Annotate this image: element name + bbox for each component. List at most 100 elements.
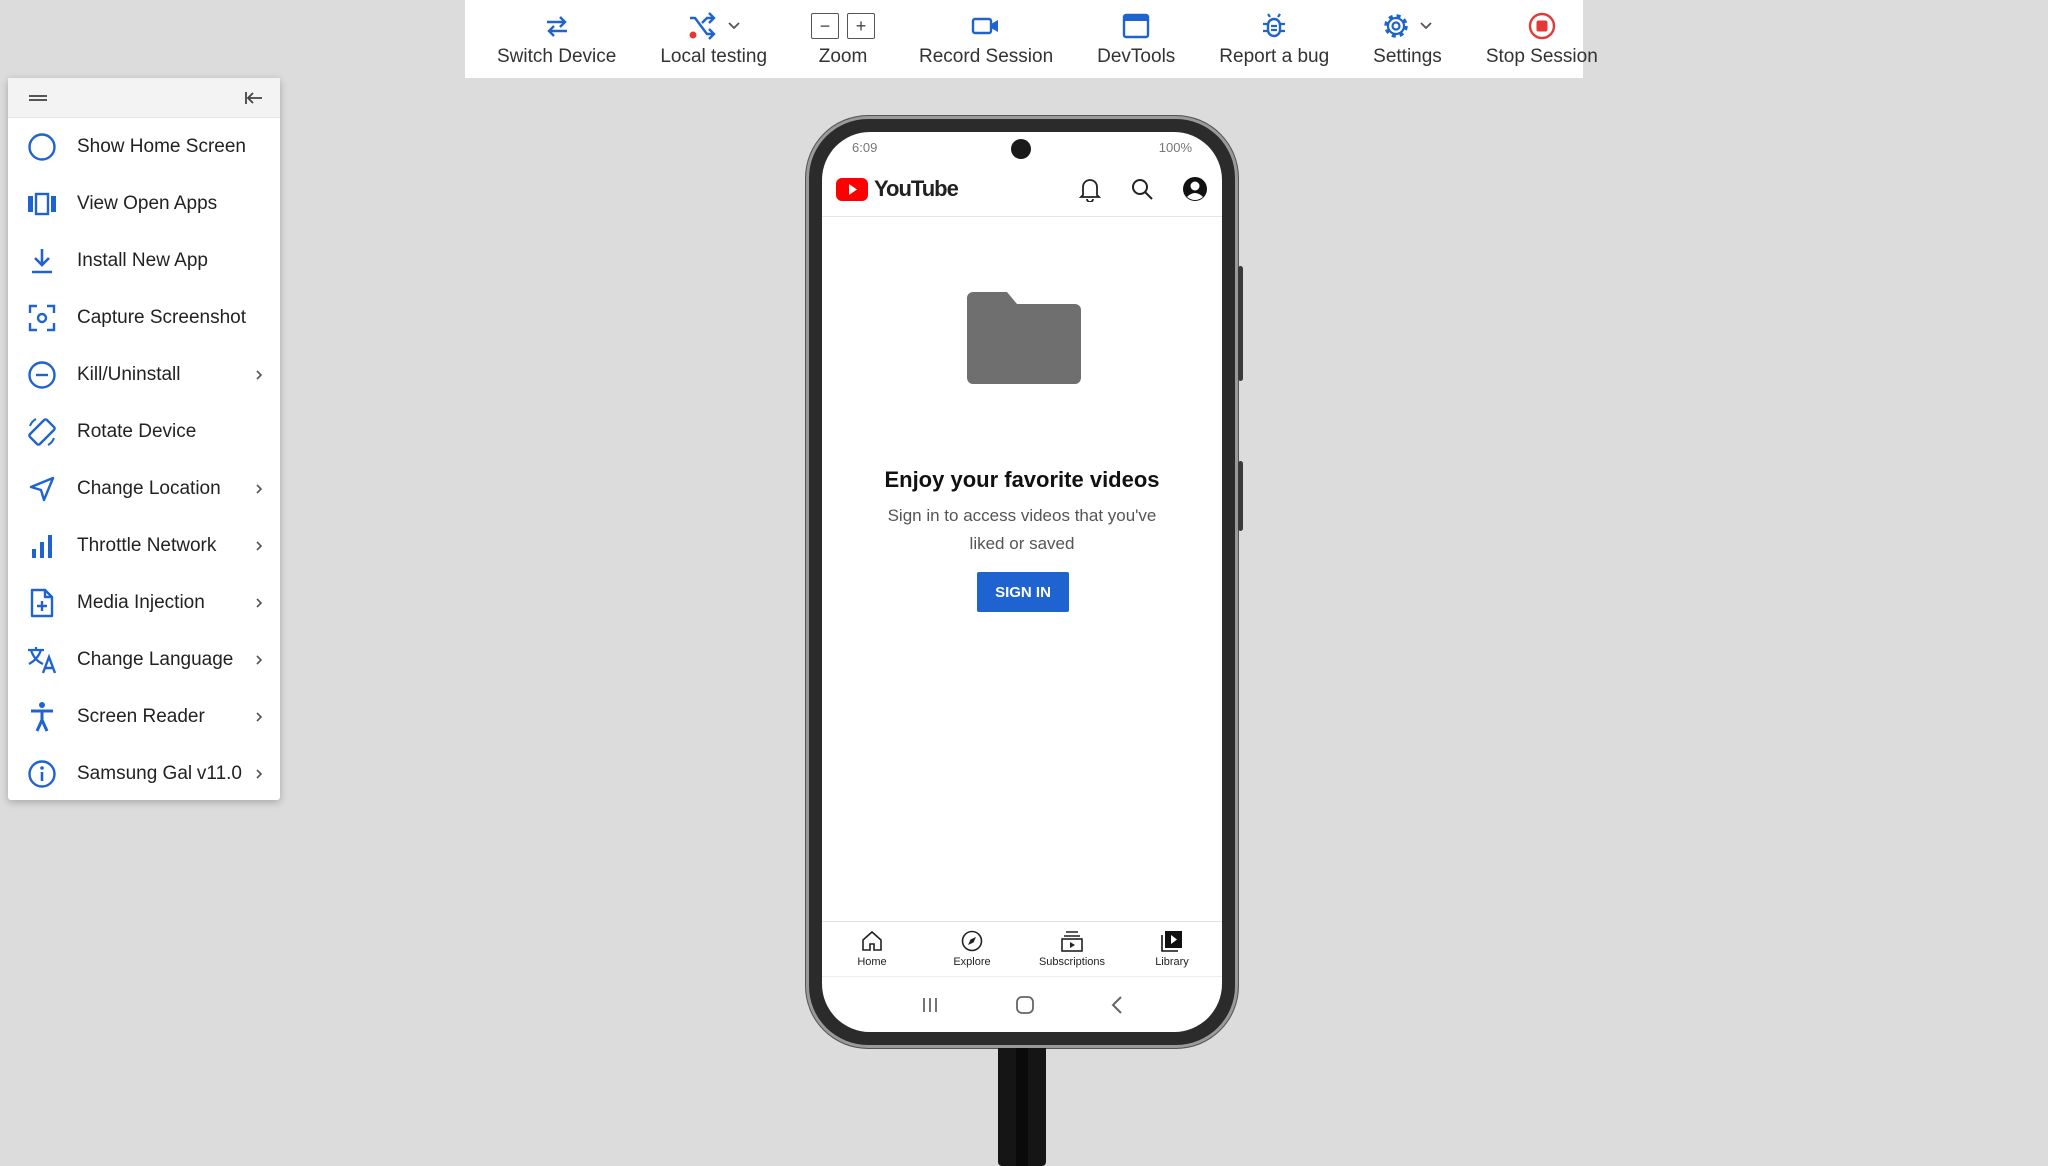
- switch-device-label: Switch Device: [497, 46, 617, 67]
- account-icon[interactable]: [1182, 176, 1208, 202]
- back-icon[interactable]: [1110, 995, 1124, 1015]
- device-frame: 6:09 100% YouTube Enjoy your favorite vi…: [806, 116, 1243, 1048]
- chevron-down-icon[interactable]: [1419, 21, 1433, 31]
- sidebar-item-label: Screen Reader: [77, 705, 205, 727]
- sidebar-item-throttle-network[interactable]: Throttle Network: [8, 517, 280, 574]
- nav-label: Home: [857, 956, 887, 968]
- nav-label: Explore: [953, 956, 991, 968]
- nav-library[interactable]: Library: [1122, 922, 1222, 976]
- zoom-in-button[interactable]: +: [847, 13, 876, 39]
- sidebar-item-kill-uninstall[interactable]: Kill/Uninstall: [8, 346, 280, 403]
- chevron-right-icon: [256, 483, 263, 494]
- window-icon: [1123, 13, 1150, 39]
- gear-icon: [1384, 14, 1409, 38]
- drag-handle-icon[interactable]: [28, 92, 48, 104]
- notification-bell-icon[interactable]: [1078, 176, 1102, 202]
- compass-icon: [961, 930, 983, 952]
- nav-home[interactable]: Home: [822, 922, 922, 976]
- sidebar-item-label: Throttle Network: [77, 534, 217, 556]
- chevron-right-icon: [256, 597, 263, 608]
- sidebar-item-media-injection[interactable]: Media Injection: [8, 574, 280, 631]
- sidebar-item-install-new-app[interactable]: Install New App: [8, 232, 280, 289]
- nav-label: Subscriptions: [1038, 956, 1106, 968]
- devtools-button[interactable]: DevTools: [1075, 0, 1197, 78]
- local-testing-button[interactable]: Local testing: [638, 0, 789, 78]
- video-camera-icon: [971, 17, 999, 35]
- nav-label: Library: [1155, 956, 1189, 968]
- library-empty-state: Enjoy your favorite videos Sign in to ac…: [822, 217, 1222, 921]
- power-button: [1238, 461, 1243, 531]
- usb-cable-core: [1016, 1048, 1028, 1166]
- device-name-label: Samsung Gal: [77, 762, 193, 784]
- chevron-right-icon: [256, 540, 263, 551]
- empty-state-title: Enjoy your favorite videos: [884, 467, 1160, 492]
- rotate-icon: [28, 417, 56, 446]
- translate-icon: [28, 646, 57, 673]
- location-arrow-icon: [29, 476, 55, 501]
- stop-circle-icon: [1528, 12, 1555, 40]
- home-icon: [862, 930, 882, 951]
- report-bug-button[interactable]: Report a bug: [1197, 0, 1351, 78]
- home-button-icon[interactable]: [1015, 995, 1035, 1015]
- file-plus-icon: [30, 588, 54, 617]
- youtube-play-icon: [836, 177, 868, 201]
- library-icon: [1161, 931, 1182, 952]
- minus-circle-icon: [28, 360, 56, 389]
- settings-label: Settings: [1373, 46, 1442, 67]
- record-session-label: Record Session: [919, 46, 1054, 67]
- search-icon[interactable]: [1130, 177, 1154, 201]
- sidebar-item-label: View Open Apps: [77, 192, 218, 214]
- chevron-right-icon: [256, 654, 263, 665]
- youtube-logo[interactable]: YouTube: [836, 176, 959, 202]
- sidebar-item-label: Show Home Screen: [77, 135, 246, 157]
- chevron-down-icon[interactable]: [727, 21, 741, 31]
- sign-in-button[interactable]: SIGN IN: [977, 572, 1069, 612]
- device-screen[interactable]: 6:09 100% YouTube Enjoy your favorite vi…: [822, 132, 1222, 1032]
- sidebar-item-label: Media Injection: [77, 591, 205, 613]
- device-actions-sidebar: Show Home Screen View Open Apps Install …: [8, 78, 280, 800]
- stop-session-button[interactable]: Stop Session: [1464, 0, 1620, 78]
- sidebar-item-capture-screenshot[interactable]: Capture Screenshot: [8, 289, 280, 346]
- sidebar-item-show-home-screen[interactable]: Show Home Screen: [8, 118, 280, 175]
- sidebar-item-label: Capture Screenshot: [77, 306, 246, 328]
- sidebar-item-change-language[interactable]: Change Language: [8, 631, 280, 688]
- nav-subscriptions[interactable]: Subscriptions: [1022, 922, 1122, 976]
- bug-icon: [1263, 13, 1286, 38]
- switch-device-button[interactable]: Switch Device: [475, 0, 638, 78]
- stop-session-label: Stop Session: [1485, 46, 1598, 67]
- folder-icon: [967, 292, 1081, 384]
- sidebar-item-screen-reader[interactable]: Screen Reader: [8, 688, 280, 745]
- collapse-sidebar-icon[interactable]: [244, 90, 264, 106]
- zoom-control: − + Zoom: [789, 0, 897, 78]
- devtools-label: DevTools: [1097, 46, 1176, 67]
- accessibility-icon: [31, 701, 53, 732]
- settings-button[interactable]: Settings: [1351, 0, 1464, 78]
- chevron-right-icon: [256, 369, 263, 380]
- sidebar-item-rotate-device[interactable]: Rotate Device: [8, 403, 280, 460]
- volume-button: [1238, 266, 1243, 381]
- status-bar: 6:09 100%: [822, 132, 1222, 162]
- zoom-label: Zoom: [818, 46, 868, 67]
- recent-apps-icon[interactable]: [920, 996, 940, 1014]
- status-time: 6:09: [852, 139, 878, 155]
- empty-state-subtitle: Sign in to access videos that you've lik…: [887, 506, 1157, 553]
- sidebar-item-device-info[interactable]: Samsung Gal v11.0: [8, 745, 280, 802]
- youtube-header: YouTube: [822, 162, 1222, 217]
- sidebar-item-label: Kill/Uninstall: [77, 363, 181, 385]
- front-camera: [1011, 139, 1031, 159]
- sidebar-item-view-open-apps[interactable]: View Open Apps: [8, 175, 280, 232]
- sidebar-item-label: Change Language: [77, 648, 234, 670]
- download-icon: [32, 248, 52, 273]
- screenshot-icon: [28, 304, 56, 331]
- chevron-right-icon: [256, 768, 263, 779]
- nav-explore[interactable]: Explore: [922, 922, 1022, 976]
- status-battery: 100%: [1158, 139, 1192, 155]
- sidebar-item-label: Install New App: [77, 249, 208, 271]
- zoom-out-button[interactable]: −: [811, 13, 840, 39]
- shuffle-icon: [689, 12, 716, 40]
- sidebar-item-label: Change Location: [77, 477, 221, 499]
- sidebar-item-change-location[interactable]: Change Location: [8, 460, 280, 517]
- sidebar-header: [8, 78, 280, 118]
- record-session-button[interactable]: Record Session: [897, 0, 1075, 78]
- youtube-wordmark: YouTube: [874, 176, 959, 201]
